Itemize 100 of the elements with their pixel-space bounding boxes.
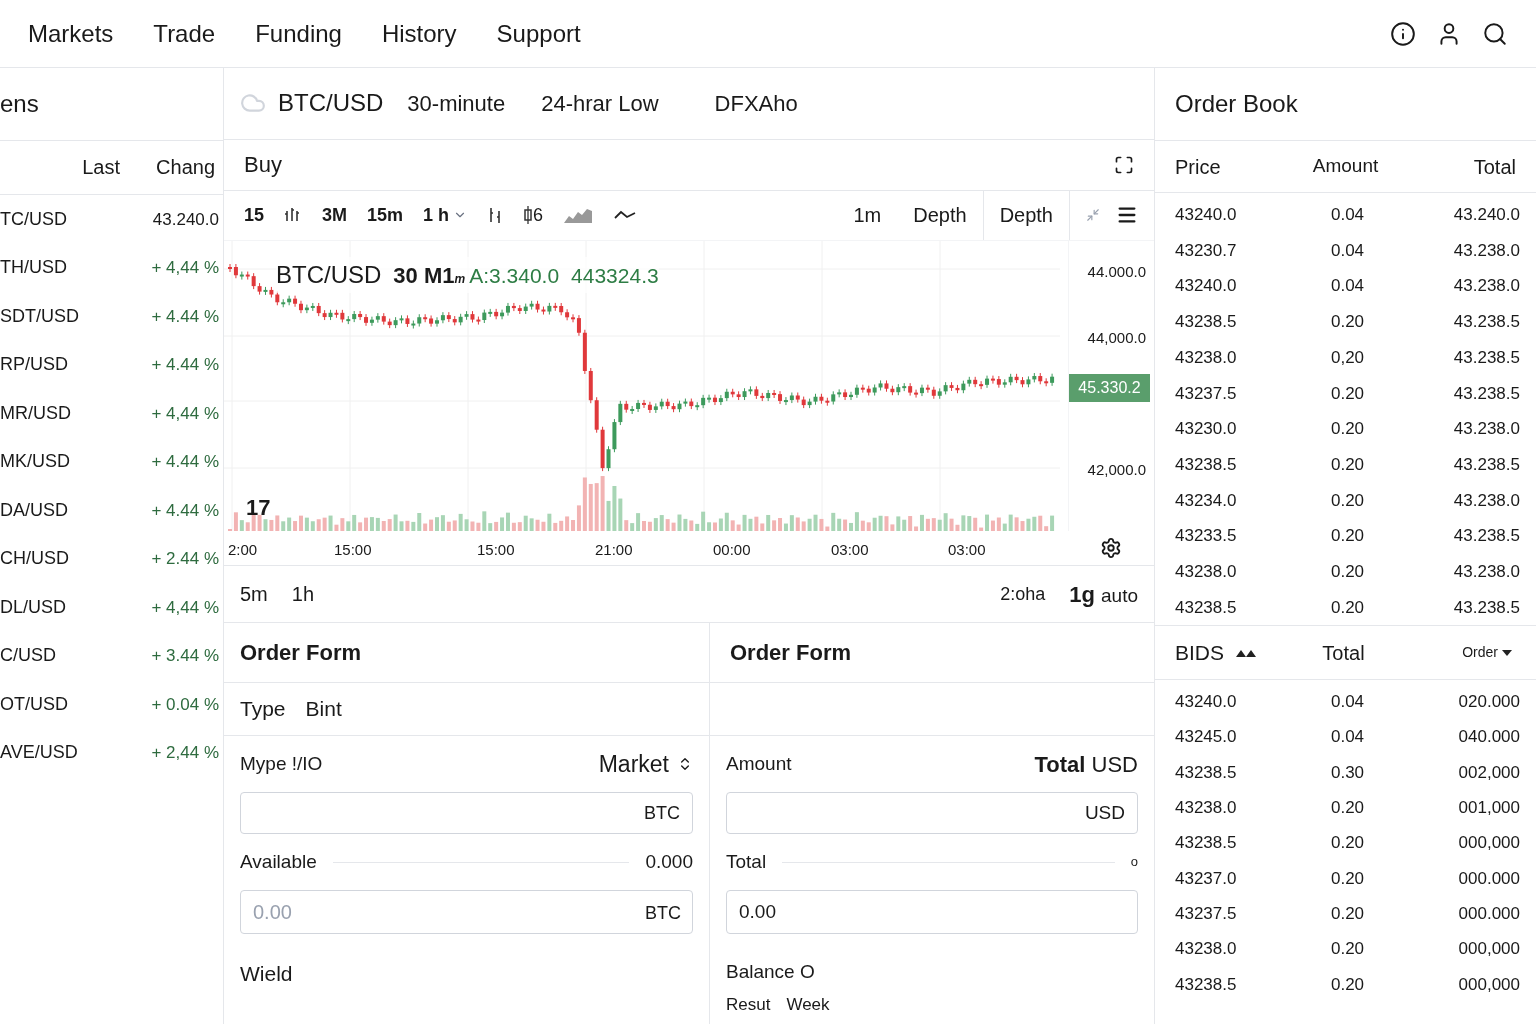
nav-link[interactable]: Support	[496, 15, 581, 52]
market-row[interactable]: C/USD + 3.44 %	[0, 631, 223, 680]
fullscreen-icon[interactable]	[1114, 154, 1134, 175]
price-change: + 4,44 %	[151, 402, 219, 425]
ask-total: 43.238.5	[1452, 346, 1520, 369]
column-header: Price	[1175, 154, 1222, 180]
scale-label[interactable]: 1g	[1069, 577, 1095, 611]
x-axis-label: 00:00	[713, 539, 751, 560]
interval-label: 30-minute	[407, 89, 506, 118]
type-value[interactable]: Bint	[305, 693, 342, 725]
pair-name: MR/USD	[0, 401, 71, 425]
mode-label[interactable]: auto	[1101, 581, 1138, 611]
price-change: + 2.44 %	[151, 548, 219, 570]
timezone-label[interactable]: 2:oha	[1000, 580, 1046, 608]
market-row[interactable]: AVE/USD + 2,44 %	[0, 728, 223, 777]
price-change: + 2,44 %	[151, 742, 219, 764]
column-header: Chang	[156, 155, 215, 180]
pair-name: TC/USD	[0, 207, 67, 231]
bid-price: 43240.0	[1175, 691, 1238, 714]
ask-total: 43.238.5	[1452, 525, 1520, 548]
nav-link[interactable]: History	[381, 15, 457, 52]
candle-type-button[interactable]: 6	[523, 201, 544, 229]
market-row[interactable]: OT/USD + 0.04 %	[0, 680, 223, 729]
price-change: + 4.44 %	[151, 499, 219, 522]
nav-link[interactable]: Funding	[255, 15, 342, 52]
pair-name: SDT/USD	[0, 304, 79, 328]
info-icon[interactable]	[1390, 20, 1416, 47]
collapse-icon[interactable]	[1086, 208, 1100, 223]
bid-amount: 0.20	[1329, 973, 1366, 996]
interval-dropdown[interactable]: 1 h	[423, 201, 468, 229]
interval-button[interactable]: 15m	[367, 201, 404, 229]
ask-amount: 0.20	[1329, 418, 1366, 441]
ask-amount: 0,20	[1329, 346, 1366, 369]
ask-amount: 0.20	[1329, 453, 1366, 476]
panel-title: ens	[0, 89, 39, 119]
nav-link[interactable]: Trade	[153, 15, 216, 52]
ask-amount: 0.20	[1329, 489, 1366, 512]
bid-price: 43238.5	[1175, 973, 1238, 996]
pair-name: C/USD	[0, 644, 56, 668]
ask-price: 43238.0	[1175, 560, 1238, 583]
bid-amount: 0.04	[1329, 726, 1366, 749]
bids-title: BIDS	[1175, 640, 1224, 666]
market-row[interactable]: DA/USD + 4.44 %	[0, 486, 223, 535]
amount-input[interactable]: BTC	[240, 792, 693, 834]
period-link[interactable]: Week	[786, 992, 830, 1018]
market-row[interactable]: TH/USD + 4,44 %	[0, 243, 223, 292]
settings-icon[interactable]	[1100, 536, 1122, 559]
market-row[interactable]: MR/USD + 4,44 %	[0, 389, 223, 438]
price-tag: 45.330.2	[1069, 373, 1150, 402]
bid-total: 000.000	[1457, 902, 1520, 925]
candle-icon	[523, 205, 534, 226]
area-chart-icon[interactable]	[563, 206, 594, 225]
form-title: Order Form	[240, 639, 362, 667]
market-row[interactable]: CH/USD + 2.44 %	[0, 534, 223, 583]
ask-total: 43.238.5	[1452, 311, 1520, 334]
ask-price: 43237.5	[1175, 382, 1238, 405]
bid-price: 43237.5	[1175, 902, 1238, 925]
ask-price: 43230.0	[1175, 418, 1238, 441]
amount-input[interactable]: USD	[726, 792, 1138, 834]
interval-button[interactable]: 3M	[322, 201, 348, 229]
form-title: Order Form	[730, 639, 852, 667]
x-axis-label: 15:00	[477, 539, 515, 560]
ask-amount: 0.04	[1329, 239, 1366, 262]
period-link[interactable]: Resut	[726, 992, 771, 1018]
bid-amount: 0.20	[1329, 797, 1366, 820]
balance-label: Balance O	[726, 959, 815, 984]
bid-total: 000,000	[1457, 973, 1520, 996]
type-label: Type	[240, 696, 286, 723]
toolbar-button[interactable]: 1m	[837, 190, 898, 240]
ask-price: 43238.0	[1175, 346, 1238, 369]
bid-amount: 0.20	[1329, 938, 1366, 961]
search-icon[interactable]	[1482, 20, 1508, 47]
nav-link[interactable]: Markets	[28, 15, 114, 52]
interval-button[interactable]: 15	[244, 201, 265, 229]
toolbar-button[interactable]: Depth	[982, 190, 1070, 240]
pair-name: AVE/USD	[0, 741, 78, 765]
range-button[interactable]: 1h	[291, 579, 315, 610]
market-row[interactable]: TC/USD 43.240.0	[0, 195, 223, 244]
price-change: + 4.44 %	[151, 354, 219, 376]
order-dropdown[interactable]: Order	[1399, 642, 1512, 664]
price-change: + 0.04 %	[151, 693, 219, 716]
stat-label: 24-hrar Low	[541, 89, 659, 118]
market-row[interactable]: MK/USD + 4.44 %	[0, 437, 223, 486]
info-label: Available	[240, 849, 317, 874]
market-row[interactable]: RP/USD + 4.44 %	[0, 340, 223, 389]
toolbar-button[interactable]: Depth	[897, 190, 983, 240]
market-row[interactable]: DL/USD + 4,44 %	[0, 583, 223, 632]
ask-amount: 0.04	[1329, 204, 1366, 227]
ask-total: 43.238.0	[1452, 275, 1520, 298]
market-row[interactable]: SDT/USD + 4.44 %	[0, 292, 223, 341]
field-label: Amount	[726, 751, 792, 776]
range-button[interactable]: 5m	[240, 579, 268, 610]
total-input[interactable]: 0.00	[726, 890, 1138, 934]
bid-amount: 0.04	[1329, 691, 1366, 714]
pair-name: DA/USD	[0, 498, 68, 522]
sort-icon[interactable]	[1236, 648, 1256, 657]
bid-amount: 0.20	[1329, 832, 1366, 855]
ask-price: 43238.5	[1175, 453, 1238, 476]
order-type-select[interactable]: Market	[598, 746, 693, 782]
ask-amount: 0.04	[1329, 275, 1366, 298]
